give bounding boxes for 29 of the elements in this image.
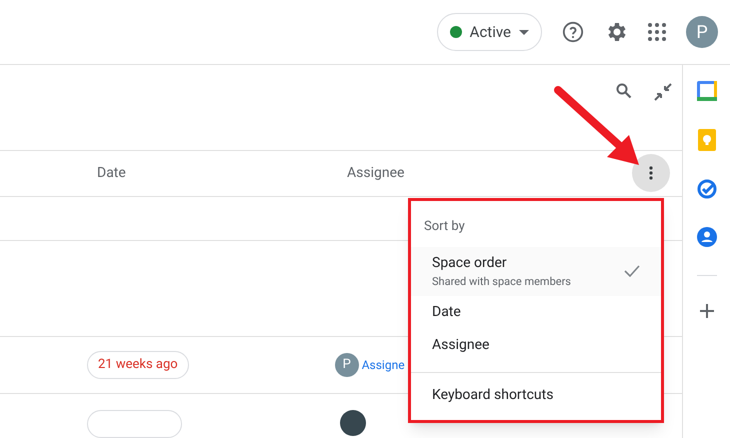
status-dropdown[interactable]: Active	[436, 13, 542, 51]
assignee-chip[interactable]: P Assigne	[334, 352, 405, 377]
tasks-icon[interactable]	[696, 179, 716, 199]
search-icon[interactable]	[616, 83, 632, 99]
caret-icon	[519, 30, 529, 34]
due-date-chip: 21 weeks ago	[87, 350, 189, 379]
menu-item-label: Space order	[432, 254, 508, 272]
apps-grid-icon[interactable]	[648, 23, 666, 41]
avatar	[340, 410, 366, 436]
help-icon[interactable]	[562, 21, 584, 43]
check-icon	[624, 265, 640, 278]
menu-item-subtitle: Shared with space members	[432, 274, 571, 290]
add-icon[interactable]	[700, 304, 714, 318]
contacts-icon[interactable]	[696, 227, 716, 247]
menu-item[interactable]: Date	[411, 296, 661, 329]
more-options-button[interactable]	[632, 154, 670, 192]
column-header: Date	[97, 164, 127, 183]
menu-heading: Sort by	[423, 218, 466, 236]
menu-item[interactable]: Keyboard shortcuts	[411, 373, 661, 418]
assignee-name: Assigne	[362, 356, 405, 374]
column-header: Assignee	[347, 164, 406, 183]
menu-item-label: Assignee	[432, 336, 490, 355]
kebab-icon	[649, 166, 653, 180]
avatar: P	[334, 352, 359, 377]
calendar-icon[interactable]	[696, 81, 716, 101]
menu-item[interactable]: Space order Shared with space members	[411, 246, 661, 296]
collapse-icon[interactable]	[654, 83, 672, 101]
menu-item[interactable]: Assignee	[411, 329, 661, 362]
menu-item-label: Date	[432, 303, 461, 322]
